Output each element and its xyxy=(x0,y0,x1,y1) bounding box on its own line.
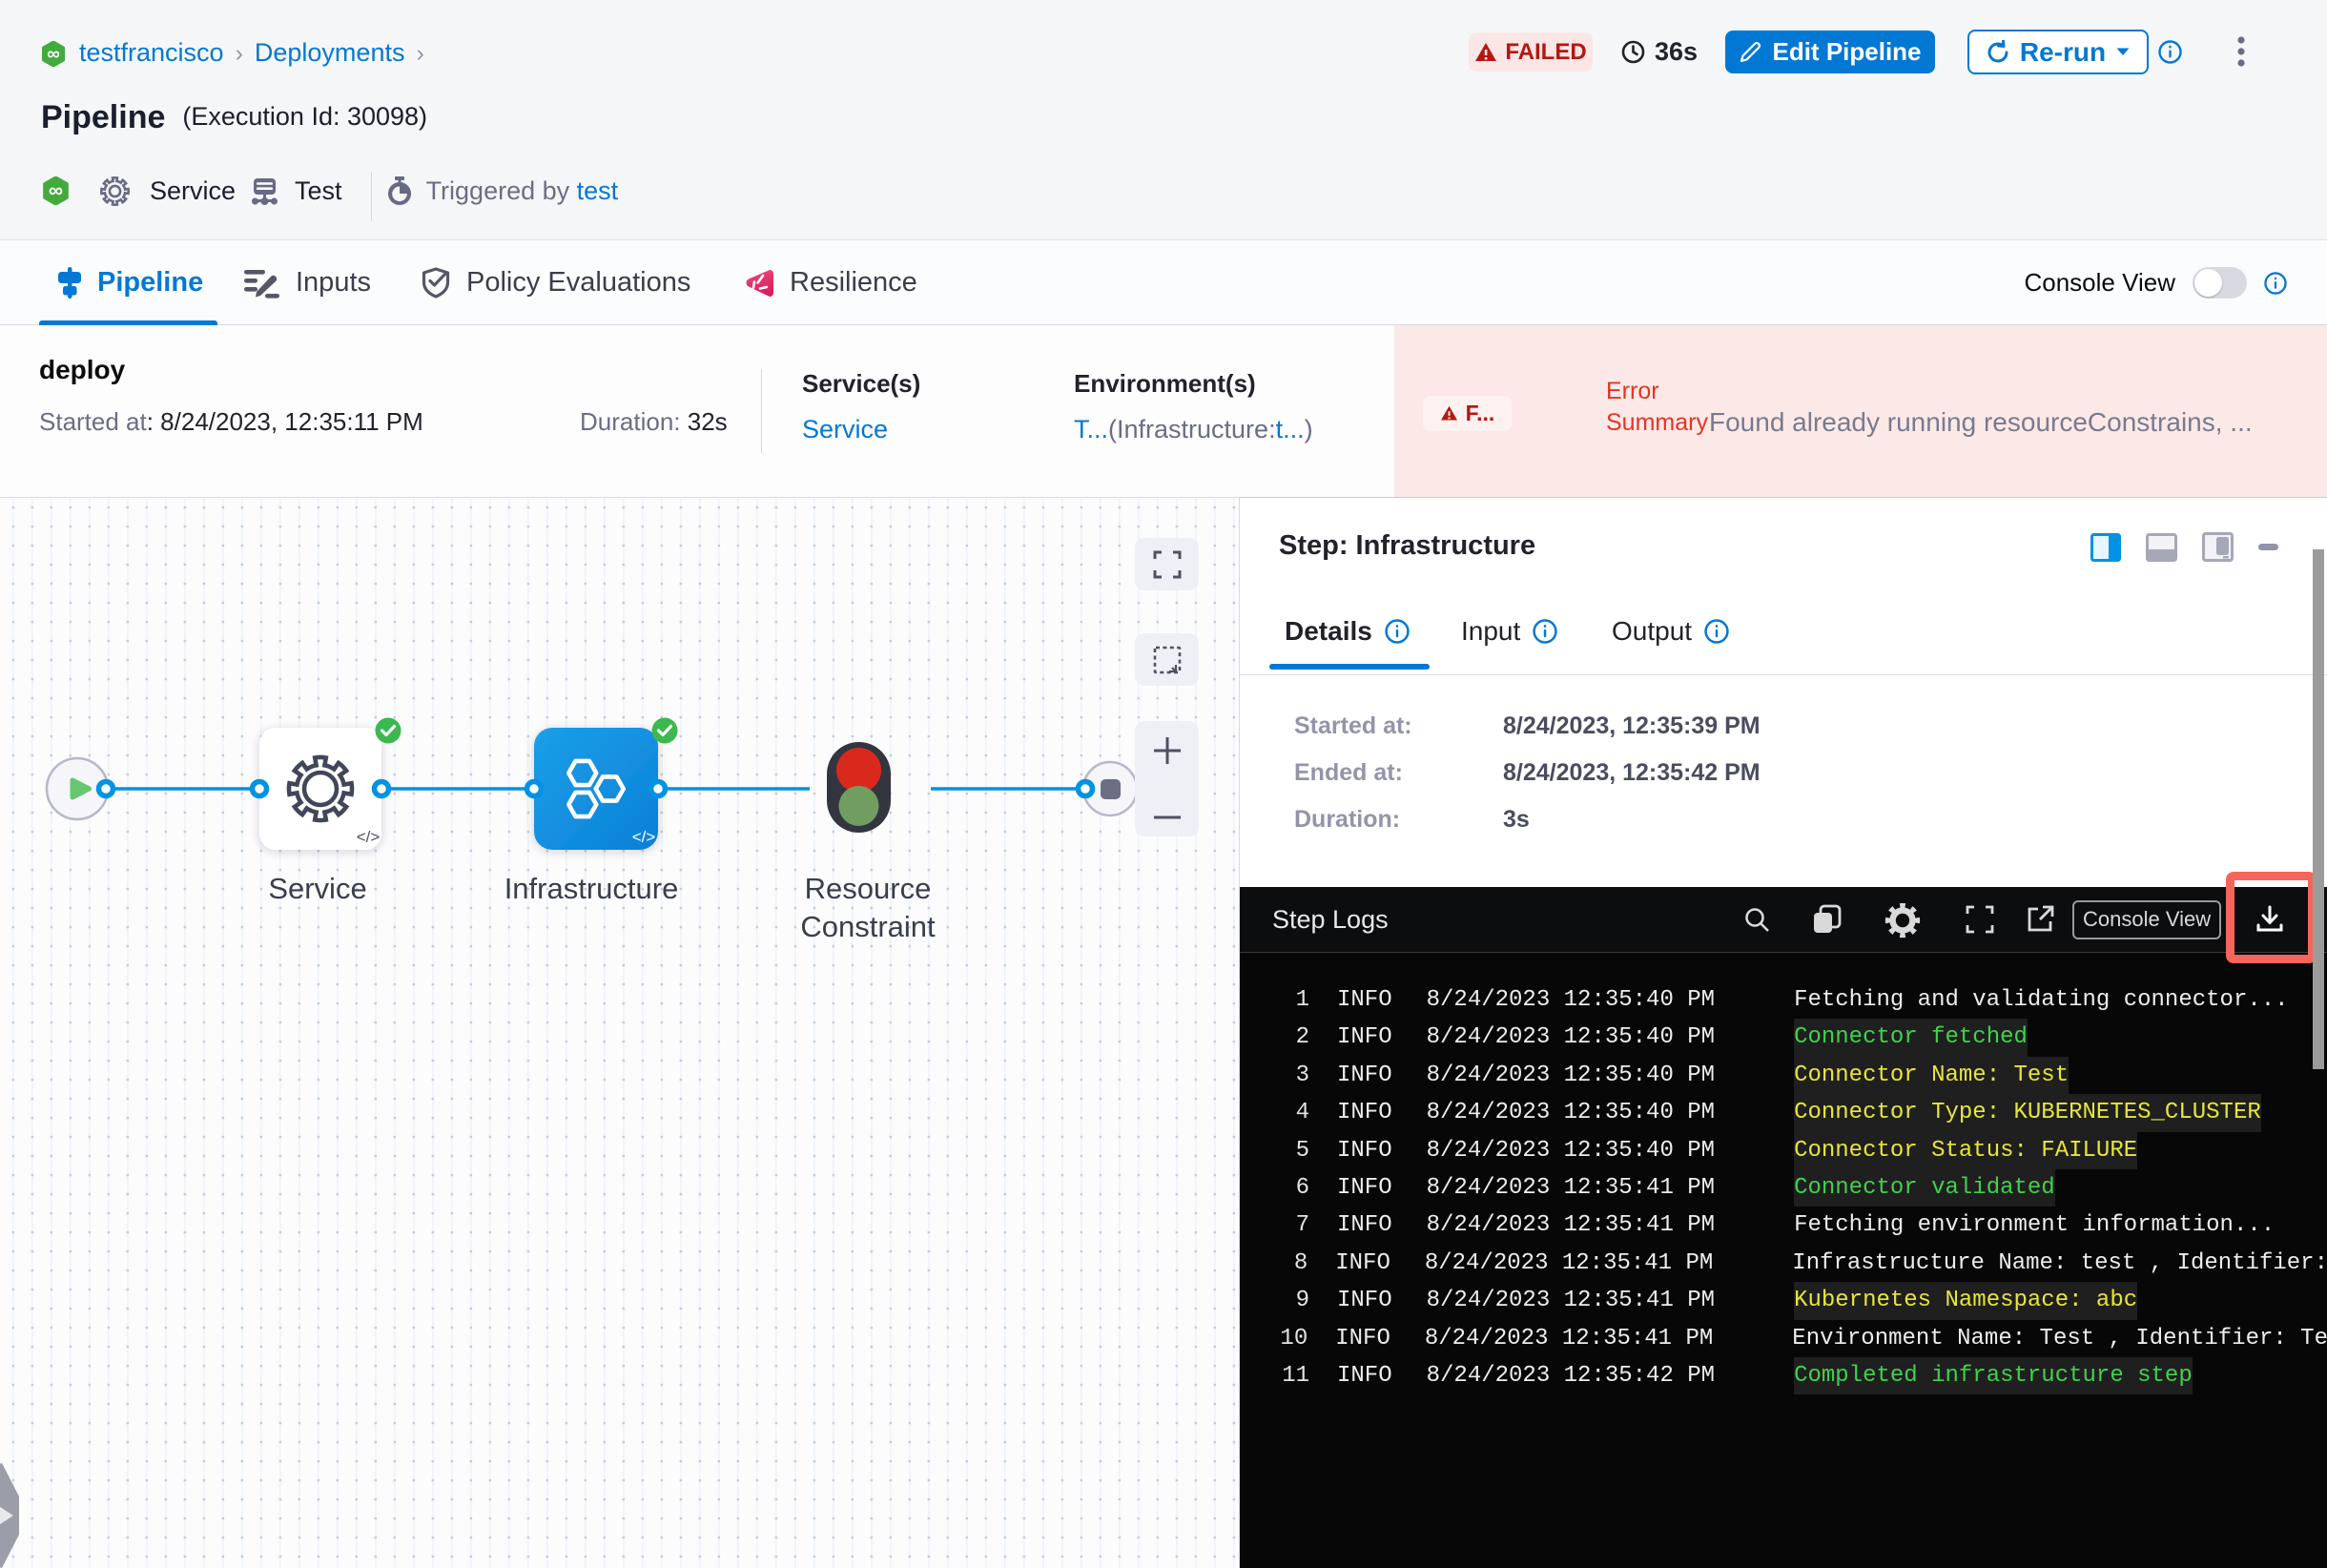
svg-text:∞: ∞ xyxy=(47,45,60,65)
svg-text:</>: </> xyxy=(357,828,381,846)
svg-text:</>: </> xyxy=(632,828,656,846)
svg-text:∞: ∞ xyxy=(49,180,63,202)
